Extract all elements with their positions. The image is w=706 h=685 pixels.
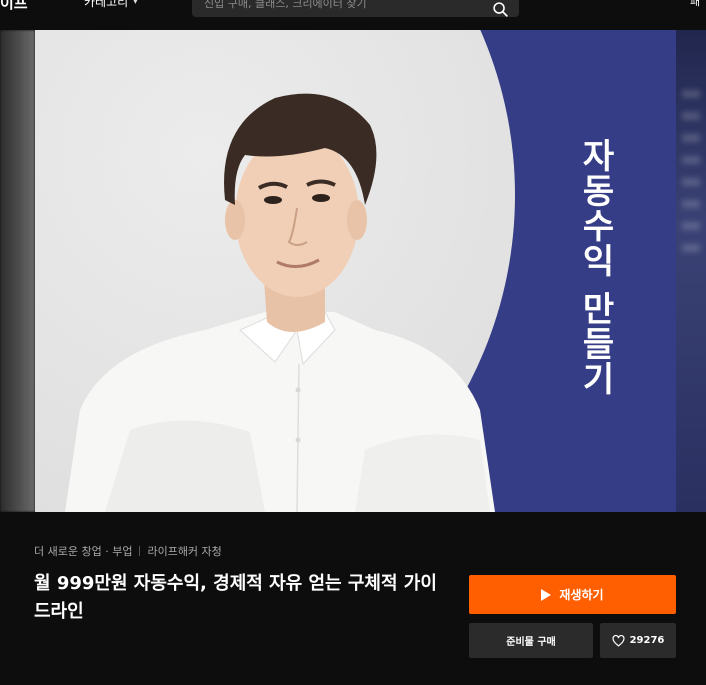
course-category[interactable]: 더 새로운 창업 · 부업 [34,543,132,559]
banner-vertical-title: 자동수익 만들기 [575,138,615,396]
play-icon [541,588,552,601]
course-meta: 더 새로운 창업 · 부업 라이프해커 자청 [34,543,222,559]
course-hero-carousel: 자동수익 만들기 [0,30,706,512]
play-button[interactable]: 재생하기 [469,575,676,614]
meta-divider [139,546,141,556]
top-navigation-bar: 이프 카테고리 ▾ 패 [0,0,706,30]
creator-name[interactable]: 라이프해커 자청 [147,543,221,559]
next-slide-preview[interactable] [676,30,706,512]
like-button[interactable]: 29276 [600,623,676,658]
course-info-section: 더 새로운 창업 · 부업 라이프해커 자청 월 999만원 자동수익, 경제적… [0,512,706,685]
play-button-label: 재생하기 [559,588,604,602]
search-bar [192,0,519,17]
like-count: 29276 [629,635,665,646]
course-banner-image: 자동수익 만들기 [35,30,676,512]
site-logo[interactable]: 이프 [0,0,28,13]
category-menu-label: 카테고리 [84,0,129,9]
chevron-down-icon: ▾ [133,0,138,7]
search-icon[interactable] [492,1,509,18]
top-right-link[interactable]: 패 [690,0,700,9]
category-menu[interactable]: 카테고리 ▾ [84,0,138,10]
buy-supplies-button[interactable]: 준비물 구매 [469,623,593,658]
previous-slide-preview[interactable] [0,30,35,512]
course-title: 월 999만원 자동수익, 경제적 자유 얻는 구체적 가이드라인 [34,573,437,622]
heart-icon [612,634,625,646]
search-input[interactable] [204,0,474,14]
